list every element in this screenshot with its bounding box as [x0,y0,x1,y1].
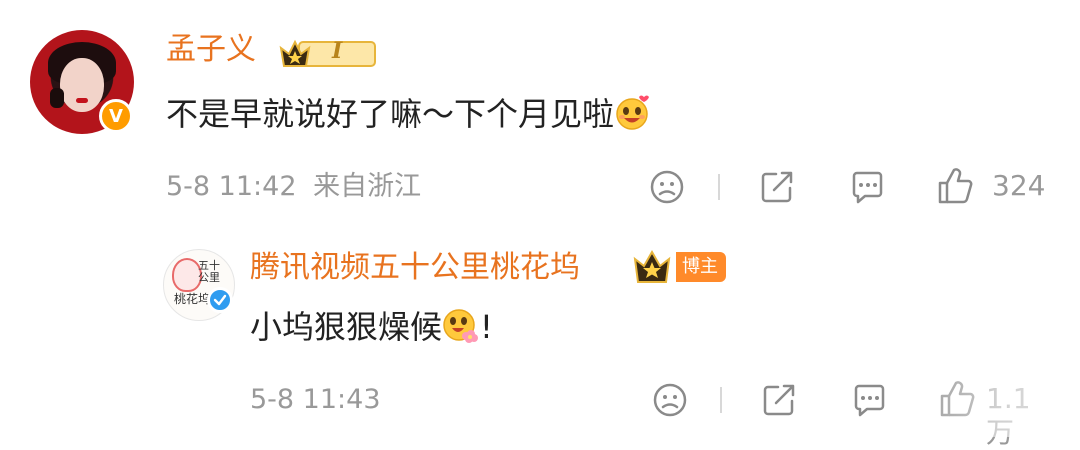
comment-author-name[interactable]: 孟子义 [166,32,256,68]
verified-badge-letter: V [109,105,123,127]
like-icon [940,381,975,417]
reply-text-end: ! [480,308,493,346]
reply-emoji-react-button[interactable] [651,381,689,419]
emoji-icon [653,383,687,417]
comment-icon [854,384,885,417]
share-button[interactable] [758,168,796,206]
like-icon [938,168,973,204]
emoji-react-button[interactable] [648,168,686,206]
share-icon [763,384,795,416]
avatar-logo-top: 五十公里 [198,259,220,284]
crown-icon [633,249,671,283]
avatar-face [60,58,104,112]
emoji-icon [650,170,684,204]
avatar-hand [50,88,64,108]
divider [720,387,722,413]
divider [718,174,720,200]
level-badge[interactable]: I [277,36,377,70]
reply-text: 小坞狠狠燥候 ! [250,306,493,347]
laughing-emoji-icon [614,93,652,131]
comment-text-body: 不是早就说好了嘛～下个月见啦 [166,95,615,133]
comment-location: 来自浙江 [313,171,422,202]
comment-button[interactable] [848,168,886,206]
level-badge-number: I [332,38,343,64]
reply-time: 5-8 11:43 [250,384,381,415]
avatar-logo-bottom: 桃花坞 [174,292,211,306]
reply-author-name[interactable]: 腾讯视频五十公里桃花坞 [250,250,580,286]
share-icon [761,171,793,203]
comment-time: 5-8 11:42 [166,171,297,202]
avatar-lip [76,98,88,103]
crown-icon [279,39,376,67]
reply-like-count: 1.1万 [986,382,1031,449]
blogger-badge: 博主 [632,249,728,285]
comment-icon [852,171,883,204]
verified-badge-icon: V [99,99,133,133]
flower-emoji-icon [442,306,480,344]
blogger-tag: 博主 [676,252,726,282]
reply-text-body: 小坞狠狠燥候 [250,308,443,346]
reply-share-button[interactable] [760,381,798,419]
reply-like-button[interactable]: 1.1万 [938,379,1048,449]
like-button[interactable]: 324 [936,166,1046,206]
reply-comment-button[interactable] [850,381,888,419]
comment-meta: 5-8 11:42 来自浙江 [166,170,421,204]
verified-blue-icon [207,287,233,313]
comment-text: 不是早就说好了嘛～下个月见啦 [166,93,652,134]
like-count: 324 [992,169,1046,202]
